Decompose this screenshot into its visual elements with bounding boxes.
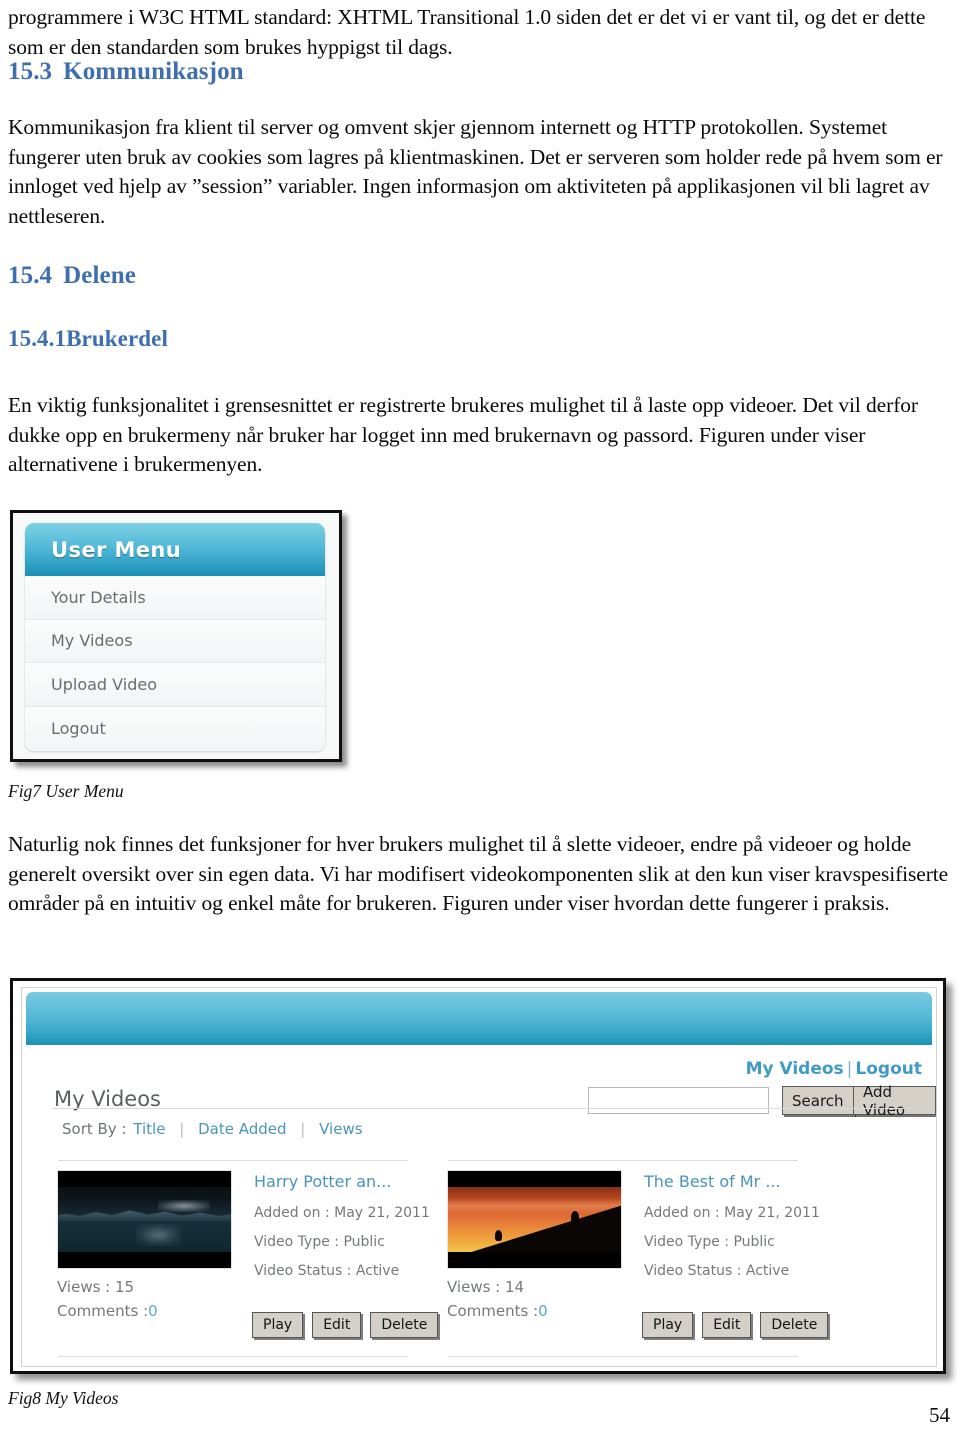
video-card: The Best of Mr ... Added on : May 21, 20… (442, 1160, 829, 1357)
user-menu-title: User Menu (51, 537, 182, 562)
user-menu-item-your-details[interactable]: Your Details (25, 576, 325, 620)
heading-15-3-title: Kommunikasjon (63, 58, 244, 85)
fig8-my-videos-figure: My Videos | Logout My Videos Search Add Vi… (10, 978, 946, 1374)
heading-15-4-number: 15.4 (8, 262, 53, 289)
add-video-button[interactable]: Add Video (853, 1083, 936, 1119)
intro-paragraph: programmere i W3C HTML standard: XHTML T… (8, 5, 926, 59)
user-menu-item-my-videos[interactable]: My Videos (25, 619, 325, 663)
delete-button[interactable]: Delete (370, 1312, 439, 1338)
my-videos-banner (26, 992, 932, 1045)
video-title-link[interactable]: The Best of Mr ... (644, 1172, 820, 1191)
user-menu-item-label: Upload Video (51, 674, 157, 694)
video-card: Harry Potter an... Added on : May 21, 20… (52, 1160, 439, 1357)
heading-15-4-1-title: Brukerdel (66, 326, 168, 351)
edit-button[interactable]: Edit (702, 1312, 752, 1338)
heading-15-3: 15.3 Kommunikasjon (8, 58, 244, 86)
video-actions: Play Edit Delete (642, 1312, 829, 1338)
user-menu-header: User Menu (25, 523, 325, 576)
header-divider (52, 1108, 914, 1109)
video-card-list: Harry Potter an... Added on : May 21, 20… (22, 1160, 936, 1357)
video-comments-count: 0 (148, 1302, 158, 1320)
sort-option-date-added[interactable]: Date Added (198, 1120, 286, 1138)
video-added-on: Added on : May 21, 2011 (254, 1205, 430, 1221)
heading-15-4-1: 15.4.1Brukerdel (8, 326, 168, 352)
video-views: Views : 14 (447, 1278, 525, 1296)
video-meta: The Best of Mr ... Added on : May 21, 20… (644, 1170, 820, 1292)
user-menu-item-label: My Videos (51, 631, 133, 651)
delete-button[interactable]: Delete (760, 1312, 829, 1338)
user-menu-item-label: Your Details (51, 587, 146, 607)
my-videos-app-window: My Videos | Logout My Videos Search Add Vi… (21, 987, 937, 1367)
video-thumbnail-icon[interactable] (447, 1170, 622, 1269)
video-stats: Views : 14 Comments :0 (447, 1275, 548, 1323)
video-comments-count: 0 (538, 1302, 548, 1320)
section-15-4-1-body: En viktig funksjonalitet i grensesnittet… (8, 393, 918, 476)
sort-option-title[interactable]: Title (133, 1120, 165, 1138)
video-meta: Harry Potter an... Added on : May 21, 20… (254, 1170, 430, 1292)
video-thumbnail-icon[interactable] (57, 1170, 232, 1269)
card-top-divider (58, 1160, 408, 1161)
account-links: My Videos | Logout (746, 1059, 922, 1079)
user-menu-item-label: Logout (51, 718, 106, 738)
video-added-on: Added on : May 21, 2011 (644, 1205, 820, 1221)
link-logout[interactable]: Logout (855, 1059, 922, 1079)
video-stats: Views : 15 Comments :0 (57, 1275, 158, 1323)
user-menu-widget: User Menu Your Details My Videos Upload … (25, 523, 325, 751)
heading-15-4-title: Delene (63, 262, 136, 289)
video-actions: Play Edit Delete (252, 1312, 439, 1338)
video-comments: Comments :0 (447, 1299, 548, 1323)
page-number: 54 (929, 1403, 950, 1427)
video-title-link[interactable]: Harry Potter an... (254, 1172, 430, 1191)
link-my-videos[interactable]: My Videos (746, 1059, 844, 1079)
video-views: Views : 15 (57, 1278, 135, 1296)
video-comments-label: Comments : (447, 1302, 539, 1320)
document-page: programmere i W3C HTML standard: XHTML T… (0, 0, 960, 1436)
play-button[interactable]: Play (252, 1312, 304, 1338)
account-links-separator: | (846, 1059, 853, 1079)
heading-15-4-1-number: 15.4.1 (8, 326, 67, 351)
sort-separator: | (179, 1120, 185, 1138)
sort-option-views[interactable]: Views (319, 1120, 362, 1138)
sort-separator: | (300, 1120, 306, 1138)
my-videos-top-row: My Videos | Logout My Videos Search Add Vi… (22, 1045, 936, 1129)
card-bottom-divider (448, 1356, 798, 1357)
card-top-divider (448, 1160, 798, 1161)
sort-by-label: Sort By : (62, 1120, 127, 1138)
play-button[interactable]: Play (642, 1312, 694, 1338)
fig7-caption: Fig7 User Menu (8, 781, 124, 801)
user-menu-item-upload-video[interactable]: Upload Video (25, 663, 325, 707)
video-comments-label: Comments : (57, 1302, 149, 1320)
video-comments: Comments :0 (57, 1299, 158, 1323)
search-input[interactable] (588, 1087, 769, 1114)
video-type: Video Type : Public (254, 1234, 385, 1250)
user-menu-item-logout[interactable]: Logout (25, 706, 325, 750)
edit-button[interactable]: Edit (312, 1312, 362, 1338)
paragraph-after-fig7: Naturlig nok finnes det funksjoner for h… (8, 832, 949, 915)
search-button[interactable]: Search (782, 1086, 854, 1115)
sort-by-row: Sort By : Title | Date Added | Views (62, 1120, 365, 1138)
video-type: Video Type : Public (644, 1234, 775, 1250)
video-status: Video Status : Active (644, 1263, 790, 1279)
video-status: Video Status : Active (254, 1263, 400, 1279)
heading-15-3-number: 15.3 (8, 58, 53, 85)
card-bottom-divider (58, 1356, 408, 1357)
heading-15-4: 15.4 Delene (8, 262, 136, 290)
fig8-caption: Fig8 My Videos (8, 1388, 119, 1408)
section-15-3-body: Kommunikasjon fra klient til server og o… (8, 115, 943, 228)
fig7-user-menu-figure: User Menu Your Details My Videos Upload … (10, 510, 342, 762)
